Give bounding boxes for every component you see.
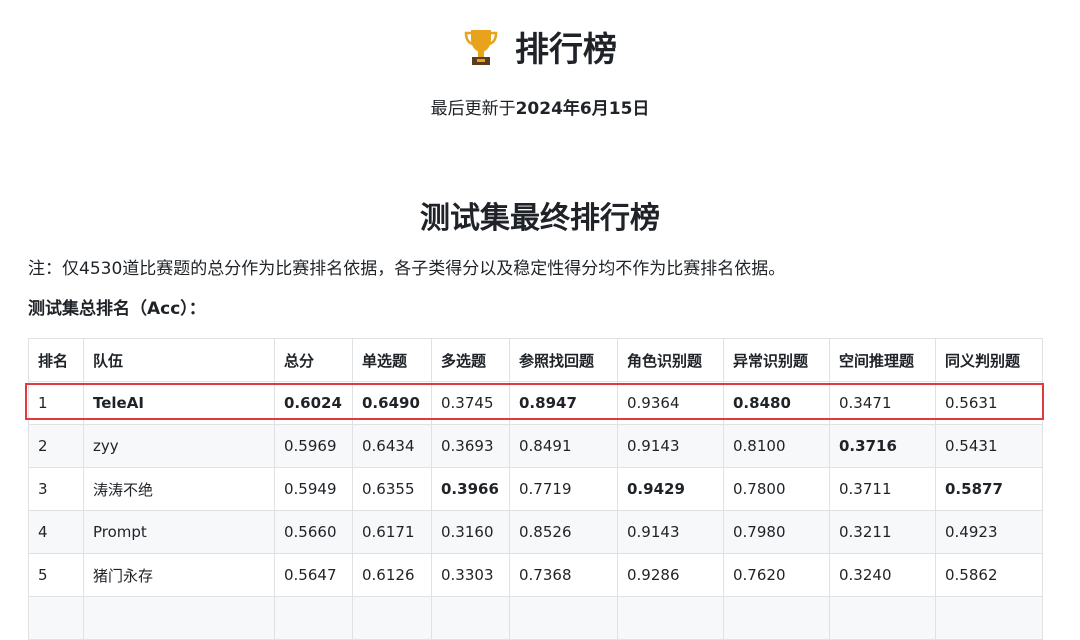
col-header-multi-choice: 多选题 <box>431 338 510 382</box>
score-cell: 0.8526 <box>509 510 618 554</box>
score-cell: 0.3471 <box>829 381 936 425</box>
score-cell: 0.3745 <box>431 381 510 425</box>
score-cell: 0.6355 <box>352 467 432 511</box>
score-cell: 0.6434 <box>352 424 432 468</box>
score-cell: 0.3716 <box>829 424 936 468</box>
col-header-total: 总分 <box>274 338 353 382</box>
rank-cell: 4 <box>28 510 84 554</box>
rank-cell: 3 <box>28 467 84 511</box>
team-cell: 涛涛不绝 <box>83 467 275 511</box>
rank-cell: 1 <box>28 381 84 425</box>
score-cell: 0.5862 <box>935 553 1043 597</box>
score-cell: 0.6490 <box>352 381 432 425</box>
score-cell: 0.9143 <box>617 424 724 468</box>
team-cell: 猪门永存 <box>83 553 275 597</box>
score-cell: 0.3240 <box>829 553 936 597</box>
score-cell: 0.5631 <box>935 381 1043 425</box>
rules-note: 注：仅4530道比赛题的总分作为比赛排名依据，各子类得分以及稳定性得分均不作为比… <box>28 259 786 279</box>
team-cell: TeleAI <box>83 381 275 425</box>
score-cell: 0.6126 <box>352 553 432 597</box>
score-cell: 0.8480 <box>723 381 830 425</box>
page-title: 排行榜 <box>0 24 1080 76</box>
score-cell: 0.5877 <box>935 467 1043 511</box>
score-cell: 0.6024 <box>274 381 353 425</box>
rank-cell: 2 <box>28 424 84 468</box>
col-header-role: 角色识别题 <box>617 338 724 382</box>
last-updated-date: 2024年6月15日 <box>515 99 650 119</box>
col-header-rank: 排名 <box>28 338 84 382</box>
score-cell: 0.5647 <box>274 553 353 597</box>
score-cell: 0.3693 <box>431 424 510 468</box>
score-cell: 0.3160 <box>431 510 510 554</box>
table-row: 4 Prompt 0.5660 0.6171 0.3160 0.8526 0.9… <box>28 510 1043 554</box>
score-cell: 0.9143 <box>617 510 724 554</box>
last-updated: 最后更新于2024年6月15日 <box>0 96 1080 122</box>
col-header-anomaly: 异常识别题 <box>723 338 830 382</box>
score-cell: 0.3711 <box>829 467 936 511</box>
leaderboard-table: 排名 队伍 总分 单选题 多选题 参照找回题 角色识别题 异常识别题 空间推理题… <box>28 338 1043 640</box>
page-title-text: 排行榜 <box>515 30 617 70</box>
score-cell: 0.9286 <box>617 553 724 597</box>
score-cell: 0.9429 <box>617 467 724 511</box>
score-cell: 0.5969 <box>274 424 353 468</box>
score-cell: 0.7620 <box>723 553 830 597</box>
score-cell: 0.4923 <box>935 510 1043 554</box>
table-row: 2 zyy 0.5969 0.6434 0.3693 0.8491 0.9143… <box>28 424 1043 468</box>
col-header-reference: 参照找回题 <box>509 338 618 382</box>
team-cell: Prompt <box>83 510 275 554</box>
score-cell: 0.8491 <box>509 424 618 468</box>
score-cell: 0.3966 <box>431 467 510 511</box>
score-cell: 0.7800 <box>723 467 830 511</box>
score-cell: 0.7719 <box>509 467 618 511</box>
table-row: 5 猪门永存 0.5647 0.6126 0.3303 0.7368 0.928… <box>28 553 1043 597</box>
score-cell: 0.8100 <box>723 424 830 468</box>
table-row: 1 TeleAI 0.6024 0.6490 0.3745 0.8947 0.9… <box>28 381 1043 425</box>
score-cell: 0.3303 <box>431 553 510 597</box>
score-cell: 0.7368 <box>509 553 618 597</box>
score-cell: 0.5949 <box>274 467 353 511</box>
last-updated-prefix: 最后更新于 <box>430 99 516 119</box>
score-cell: 0.6171 <box>352 510 432 554</box>
rank-cell: 5 <box>28 553 84 597</box>
col-header-team: 队伍 <box>83 338 275 382</box>
table-header-row: 排名 队伍 总分 单选题 多选题 参照找回题 角色识别题 异常识别题 空间推理题… <box>28 338 1043 382</box>
score-cell: 0.5660 <box>274 510 353 554</box>
team-cell: zyy <box>83 424 275 468</box>
score-cell: 0.3211 <box>829 510 936 554</box>
trophy-icon <box>464 30 498 65</box>
score-cell: 0.8947 <box>509 381 618 425</box>
col-header-spatial: 空间推理题 <box>829 338 936 382</box>
score-cell: 0.7980 <box>723 510 830 554</box>
col-header-synonym: 同义判别题 <box>935 338 1043 382</box>
score-cell: 0.5431 <box>935 424 1043 468</box>
section-title: 测试集最终排行榜 <box>420 201 660 236</box>
table-row: 3 涛涛不绝 0.5949 0.6355 0.3966 0.7719 0.942… <box>28 467 1043 511</box>
score-cell: 0.9364 <box>617 381 724 425</box>
table-subheading: 测试集总排名（Acc）： <box>28 299 206 319</box>
col-header-single-choice: 单选题 <box>352 338 432 382</box>
